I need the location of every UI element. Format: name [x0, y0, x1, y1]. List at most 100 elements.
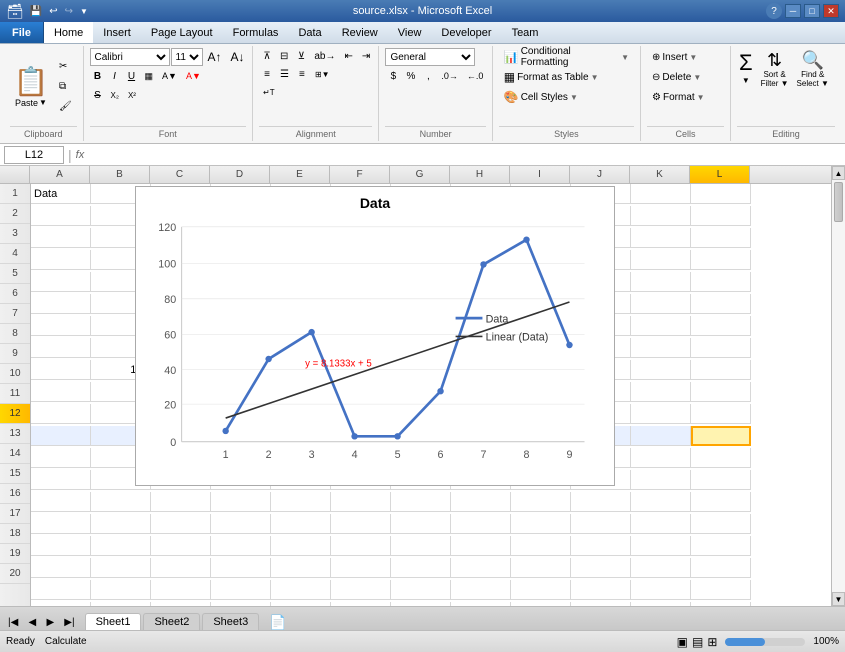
cell-r17-c10[interactable]	[571, 536, 631, 556]
copy-button[interactable]: ⧉	[54, 77, 77, 95]
cell-r15-c11[interactable]	[631, 492, 691, 512]
cell-r15-c8[interactable]	[451, 492, 511, 512]
row-header-8[interactable]: 8	[0, 324, 30, 344]
cell-r18-c11[interactable]	[631, 558, 691, 578]
cell-r9-c11[interactable]	[631, 360, 691, 380]
last-sheet-button[interactable]: ▶|	[60, 614, 78, 630]
cell-r3-c12[interactable]	[691, 228, 751, 248]
font-name-select[interactable]: Calibri	[90, 48, 170, 66]
cell-r7-c11[interactable]	[631, 316, 691, 336]
row-header-2[interactable]: 2	[0, 204, 30, 224]
border-button[interactable]: ▦	[141, 68, 158, 84]
cell-r18-c3[interactable]	[151, 558, 211, 578]
menu-review[interactable]: Review	[332, 22, 388, 43]
row-header-5[interactable]: 5	[0, 264, 30, 284]
cell-r19-c12[interactable]	[691, 580, 751, 600]
col-G[interactable]: G	[390, 166, 450, 183]
cell-r18-c6[interactable]	[331, 558, 391, 578]
cell-r14-c11[interactable]	[631, 470, 691, 490]
sort-filter-button[interactable]: ⇅ Sort &Filter ▼	[759, 48, 791, 91]
bold-button[interactable]: B	[90, 68, 106, 84]
decrease-decimal-button[interactable]: ←.0	[463, 68, 488, 84]
row-header-10[interactable]: 10	[0, 364, 30, 384]
cell-r11-c11[interactable]	[631, 404, 691, 424]
col-F[interactable]: F	[330, 166, 390, 183]
cell-r6-c11[interactable]	[631, 294, 691, 314]
row-header-15[interactable]: 15	[0, 464, 30, 484]
cell-r10-c1[interactable]	[31, 382, 91, 402]
sheet-tab-3[interactable]: Sheet3	[202, 613, 259, 630]
cell-r15-c2[interactable]	[91, 492, 151, 512]
row-header-9[interactable]: 9	[0, 344, 30, 364]
cell-r19-c3[interactable]	[151, 580, 211, 600]
cell-styles-button[interactable]: 🎨 Cell Styles ▼	[499, 88, 583, 106]
col-C[interactable]: C	[150, 166, 210, 183]
cell-r8-c11[interactable]	[631, 338, 691, 358]
cell-r5-c12[interactable]	[691, 272, 751, 292]
insert-sheet-button[interactable]: 📄	[265, 614, 290, 630]
font-size-select[interactable]: 11	[171, 48, 203, 66]
menu-home[interactable]: Home	[44, 22, 93, 43]
font-color-button[interactable]: A▼	[182, 68, 205, 84]
col-D[interactable]: D	[210, 166, 270, 183]
menu-team[interactable]: Team	[502, 22, 549, 43]
cell-r17-c7[interactable]	[391, 536, 451, 556]
underline-button[interactable]: U	[124, 68, 140, 84]
cell-r4-c12[interactable]	[691, 250, 751, 270]
menu-data[interactable]: Data	[288, 22, 331, 43]
cell-r16-c5[interactable]	[271, 514, 331, 534]
col-A[interactable]: A	[30, 166, 90, 183]
cell-r20-c3[interactable]	[151, 602, 211, 606]
col-K[interactable]: K	[630, 166, 690, 183]
cell-r10-c12[interactable]	[691, 382, 751, 402]
vertical-scrollbar[interactable]: ▲ ▼	[831, 166, 845, 606]
cell-r17-c2[interactable]	[91, 536, 151, 556]
cell-r1-c12[interactable]	[691, 184, 751, 204]
menu-page-layout[interactable]: Page Layout	[141, 22, 223, 43]
row-header-6[interactable]: 6	[0, 284, 30, 304]
cell-r15-c4[interactable]	[211, 492, 271, 512]
menu-developer[interactable]: Developer	[431, 22, 501, 43]
cut-button[interactable]: ✂	[54, 57, 77, 75]
menu-formulas[interactable]: Formulas	[223, 22, 289, 43]
cell-r17-c9[interactable]	[511, 536, 571, 556]
cell-r17-c8[interactable]	[451, 536, 511, 556]
cell-r11-c1[interactable]	[31, 404, 91, 424]
menu-view[interactable]: View	[388, 22, 432, 43]
row-header-7[interactable]: 7	[0, 304, 30, 324]
italic-button[interactable]: I	[107, 68, 123, 84]
row-header-1[interactable]: 1	[0, 184, 30, 204]
cell-r3-c1[interactable]	[31, 228, 91, 248]
cell-r20-c1[interactable]	[31, 602, 91, 606]
cell-r2-c1[interactable]	[31, 206, 91, 226]
row-header-18[interactable]: 18	[0, 524, 30, 544]
cell-r16-c10[interactable]	[571, 514, 631, 534]
format-painter-button[interactable]: 🖌	[54, 97, 77, 115]
format-dropdown[interactable]: ▼	[697, 93, 705, 102]
comma-button[interactable]: ,	[420, 68, 436, 84]
cell-r19-c2[interactable]	[91, 580, 151, 600]
undo-icon[interactable]: ↩	[47, 6, 59, 17]
row-header-17[interactable]: 17	[0, 504, 30, 524]
row-header-19[interactable]: 19	[0, 544, 30, 564]
delete-cells-button[interactable]: ⊖ Delete ▼	[647, 68, 706, 86]
col-L[interactable]: L	[690, 166, 750, 183]
cell-r11-c12[interactable]	[691, 404, 751, 424]
menu-insert[interactable]: Insert	[93, 22, 141, 43]
row-header-16[interactable]: 16	[0, 484, 30, 504]
cell-r8-c1[interactable]	[31, 338, 91, 358]
conditional-formatting-dropdown[interactable]: ▼	[621, 53, 629, 62]
col-E[interactable]: E	[270, 166, 330, 183]
cell-r13-c11[interactable]	[631, 448, 691, 468]
cell-r5-c11[interactable]	[631, 272, 691, 292]
increase-font-button[interactable]: A↑	[204, 49, 226, 65]
paste-button[interactable]: 📋 Paste ▼	[10, 48, 52, 124]
fill-color-button[interactable]: A▼	[158, 68, 181, 84]
cell-r8-c12[interactable]	[691, 338, 751, 358]
strikethrough-button[interactable]: S	[90, 87, 106, 103]
cell-r20-c7[interactable]	[391, 602, 451, 606]
accounting-format-button[interactable]: $	[385, 68, 401, 84]
cell-r9-c1[interactable]	[31, 360, 91, 380]
restore-button[interactable]: □	[804, 4, 820, 18]
cell-r17-c3[interactable]	[151, 536, 211, 556]
